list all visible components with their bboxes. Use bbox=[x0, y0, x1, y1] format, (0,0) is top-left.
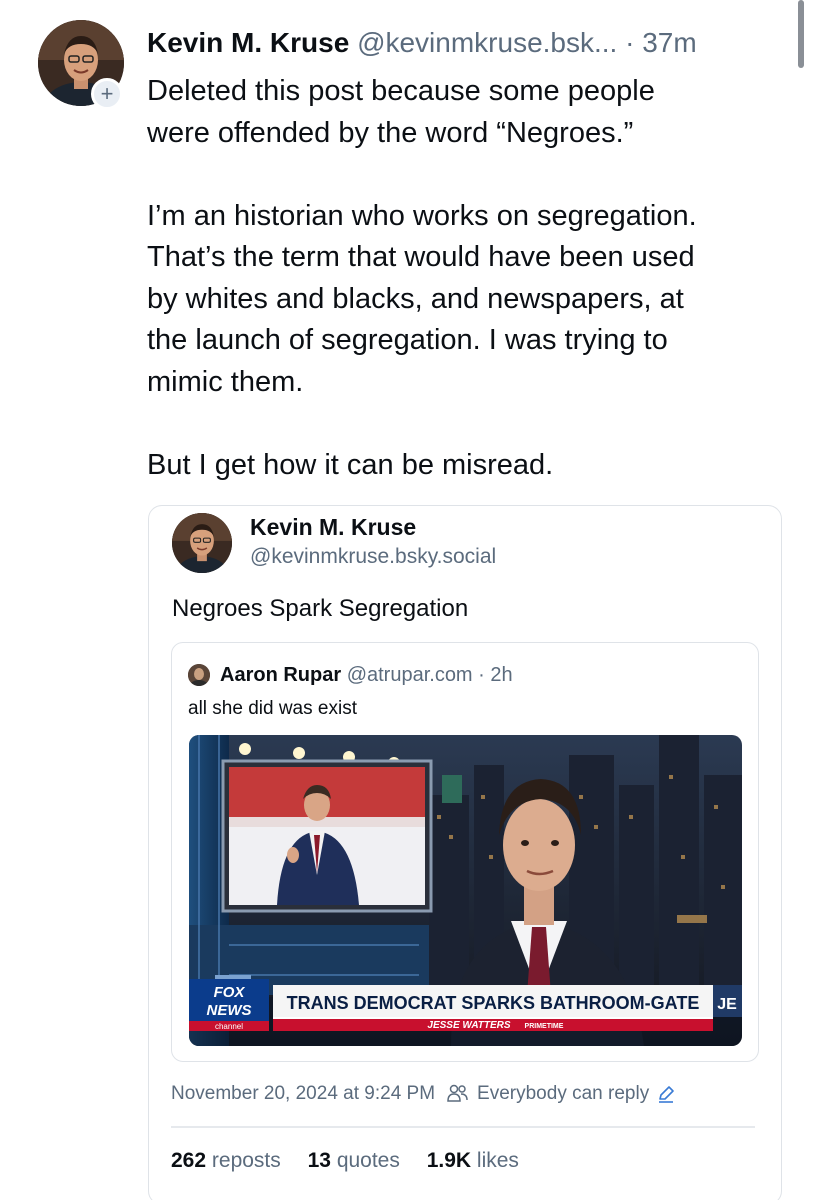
fox-logo-text: channel bbox=[215, 1022, 243, 1031]
chyron-headline: TRANS DEMOCRAT SPARKS BATHROOM-GATE bbox=[287, 993, 700, 1013]
post-meta: November 20, 2024 at 9:24 PM Everybody c… bbox=[171, 1082, 684, 1106]
author-name[interactable]: Kevin M. Kruse bbox=[147, 27, 349, 58]
post-body-line: mimic them. bbox=[147, 365, 304, 398]
author-handle[interactable]: @kevinmkruse.bsk... bbox=[357, 27, 617, 58]
post-body-line: But I get how it can be misread. bbox=[147, 448, 554, 481]
divider bbox=[171, 1126, 755, 1128]
reply-setting[interactable]: Everybody can reply bbox=[477, 1082, 649, 1106]
nested-quote-card[interactable]: Aaron Rupar @atrupar.com · 2h all she di… bbox=[171, 642, 759, 1062]
post-body-line: were offended by the word “Negroes.” bbox=[147, 116, 634, 149]
engagement-stats: 262 reposts 13 quotes 1.9K likes bbox=[171, 1148, 540, 1174]
post-body: Deleted this post because some people we… bbox=[147, 71, 787, 486]
reposts-count: 262 bbox=[171, 1149, 207, 1172]
media-image[interactable]: FOX NEWS channel TRANS DEMOCRAT SPARKS B… bbox=[189, 735, 742, 1046]
quoted-author-name[interactable]: Kevin M. Kruse bbox=[250, 513, 416, 541]
quoted-post-text: Negroes Spark Segregation bbox=[172, 595, 469, 622]
post-timestamp: November 20, 2024 at 9:24 PM bbox=[171, 1083, 436, 1104]
quoted-author-handle[interactable]: @kevinmkruse.bsky.social bbox=[250, 544, 496, 570]
quotes-count: 13 bbox=[307, 1149, 331, 1172]
chyron-corner-text: JE bbox=[717, 996, 737, 1013]
likes-label: likes bbox=[476, 1149, 519, 1172]
nested-post-text: all she did was exist bbox=[188, 698, 357, 719]
fox-logo-text: NEWS bbox=[207, 1002, 252, 1019]
chyron-show-tag: PRIMETIME bbox=[525, 1023, 564, 1030]
separator-dot: · bbox=[478, 664, 485, 686]
people-icon bbox=[447, 1084, 468, 1102]
quotes-label: quotes bbox=[336, 1149, 400, 1172]
separator-dot: · bbox=[625, 27, 635, 58]
nested-post-time[interactable]: 2h bbox=[490, 664, 512, 686]
reposts-stat[interactable]: 262 reposts bbox=[171, 1149, 281, 1172]
nested-header: Aaron Rupar @atrupar.com · 2h bbox=[220, 662, 513, 688]
post-header: Kevin M. Kruse @kevinmkruse.bsk... · 37m bbox=[147, 26, 697, 60]
post-body-line: the launch of segregation. I was trying … bbox=[147, 324, 668, 356]
fox-logo-text: FOX bbox=[214, 984, 246, 1001]
nested-author-handle[interactable]: @atrupar.com bbox=[347, 664, 473, 686]
quoted-author-avatar[interactable] bbox=[172, 513, 232, 573]
follow-plus-icon[interactable]: + bbox=[91, 78, 123, 110]
quoted-post-card[interactable]: Kevin M. Kruse @kevinmkruse.bsky.social … bbox=[148, 505, 782, 1200]
scrollbar[interactable] bbox=[798, 0, 804, 68]
post-body-line: Deleted this post because some people bbox=[147, 75, 655, 107]
post-body-line: That’s the term that would have been use… bbox=[147, 241, 695, 273]
pencil-icon[interactable] bbox=[656, 1084, 676, 1104]
post-time[interactable]: 37m bbox=[642, 27, 696, 58]
reposts-label: reposts bbox=[211, 1149, 281, 1172]
likes-stat[interactable]: 1.9K likes bbox=[427, 1149, 519, 1172]
chyron-show-name: JESSE WATTERS bbox=[427, 1020, 510, 1031]
nested-author-avatar[interactable] bbox=[188, 664, 210, 686]
post-body-line: by whites and blacks, and newspapers, at bbox=[147, 282, 684, 315]
likes-count: 1.9K bbox=[426, 1149, 472, 1172]
post-body-line: I’m an historian who works on segregatio… bbox=[147, 199, 697, 232]
nested-author-name[interactable]: Aaron Rupar bbox=[220, 664, 341, 686]
quotes-stat[interactable]: 13 quotes bbox=[308, 1149, 400, 1172]
